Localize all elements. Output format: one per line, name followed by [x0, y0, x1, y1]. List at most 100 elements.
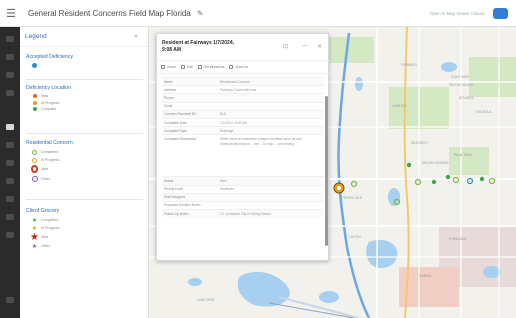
- edit-icon: [180, 65, 185, 69]
- lake: [319, 291, 339, 303]
- concern-marker-center: [337, 186, 341, 190]
- legend-item-label: New: [41, 94, 49, 99]
- edit-action[interactable]: Edit: [180, 65, 193, 69]
- field-value: BLS: [220, 112, 227, 117]
- complete-dot-marker[interactable]: [479, 176, 485, 182]
- map-label: LINTON: [349, 235, 361, 239]
- legend-item: Complete: [20, 106, 149, 113]
- map-label: PALM TRAIL: [454, 153, 473, 157]
- map-label: FAIRWAYS: [401, 63, 418, 67]
- minimize-icon[interactable]: —: [302, 43, 308, 49]
- map-label: SEACREST: [411, 141, 429, 145]
- complete-dot-marker[interactable]: [445, 174, 451, 180]
- lake: [441, 62, 457, 72]
- field-value: While minor at evaluation bridges condit…: [220, 137, 306, 146]
- popup-actions: Zoom Edit Get directions Zoom to: [157, 61, 330, 74]
- legend-item: In Progress: [20, 156, 149, 164]
- basemap-icon[interactable]: [6, 72, 14, 78]
- action-label: Zoom: [167, 65, 176, 69]
- field-name: Complaint Date: [164, 120, 187, 125]
- popup-header: Resident at Fairways 1/7/2024, 9:08 AM ⊡…: [157, 34, 330, 61]
- map-viewer-link[interactable]: Open in Map Viewer Classic: [430, 11, 485, 16]
- legend-item: ★ Other: [20, 242, 149, 250]
- table-row: Concern Received BY BLS: [162, 109, 324, 118]
- feature-popup: Resident at Fairways 1/7/2024, 9:08 AM ⊡…: [156, 33, 330, 261]
- bookmarks-icon[interactable]: [6, 142, 14, 148]
- action-label: Get directions: [203, 65, 225, 69]
- table-row: Phone: [162, 93, 324, 102]
- highway: [278, 296, 360, 318]
- legend-item-label: Other: [41, 244, 50, 248]
- legend-item-label: Completed: [41, 218, 59, 222]
- popup-scrollbar[interactable]: [325, 96, 328, 246]
- edit-title-icon[interactable]: ✎: [197, 9, 204, 18]
- legend-item-label: Completed: [41, 150, 59, 154]
- directions-icon: [197, 65, 202, 69]
- table-row: Address Fairways Condominiums: [162, 85, 324, 93]
- amber-star-symbol: ★: [31, 225, 38, 232]
- action-label: Zoom to: [235, 65, 248, 69]
- field-value: Moderate: [220, 187, 234, 192]
- collapse-icon[interactable]: [6, 297, 14, 303]
- layers-icon[interactable]: [6, 36, 14, 42]
- completed-marker[interactable]: [414, 178, 422, 186]
- field-name: Status: [164, 178, 174, 183]
- red-star-symbol: ★: [30, 231, 39, 243]
- field-name: Email: [164, 104, 173, 109]
- menu-icon[interactable]: ☰: [0, 7, 22, 20]
- close-popup-icon[interactable]: ✕: [317, 43, 322, 50]
- park-area: [469, 57, 516, 97]
- map-label: DELRAY BEACH: [449, 83, 474, 87]
- legend-item: ★ In Progress: [20, 224, 149, 232]
- action-label: Edit: [186, 65, 193, 69]
- directions-action[interactable]: Get directions: [197, 65, 225, 69]
- amber-ring-symbol: [32, 157, 37, 163]
- dock-icon[interactable]: ⊡: [283, 43, 288, 50]
- chat-bubble-icon[interactable]: [493, 7, 508, 19]
- zoom-to-action[interactable]: Zoom to: [229, 65, 248, 69]
- green-star-symbol: ★: [31, 217, 38, 224]
- zoom-icon: [161, 65, 165, 69]
- legend-item-label: Complete: [41, 107, 57, 112]
- print-icon[interactable]: [6, 160, 14, 166]
- directions-icon[interactable]: [6, 232, 14, 238]
- zoom-action[interactable]: Zoom: [161, 65, 176, 69]
- table-row: Complaint Description While minor at eval…: [162, 134, 324, 176]
- legend-section-title: Residential Concern: [26, 140, 73, 146]
- legend-section-residential: Residential Concern Completed In Progres…: [20, 140, 149, 183]
- complete-dot-marker[interactable]: [431, 179, 437, 185]
- map-label: DELRAY SHORES: [422, 161, 449, 165]
- canal: [337, 32, 371, 318]
- field-name: Staff Assigned: [164, 195, 186, 200]
- table-row: Complaint Date 1/7/2024, 9:08 AM: [162, 117, 324, 126]
- sketch-icon[interactable]: [6, 196, 14, 202]
- map-label: ATLANTIC: [459, 96, 475, 100]
- lake: [388, 188, 400, 206]
- complete-dot-marker[interactable]: [406, 162, 412, 168]
- field-name: Concern Received BY: [164, 112, 197, 117]
- divider: [26, 199, 143, 200]
- legend-section-title: Client Grocery: [26, 208, 60, 214]
- map-label: GOLF VIEW: [451, 75, 469, 79]
- completed-marker[interactable]: [350, 180, 358, 188]
- share-icon[interactable]: [6, 178, 14, 184]
- field-value: New: [220, 178, 227, 183]
- measure-icon[interactable]: [6, 214, 14, 220]
- table-row: Complaint Type Drainage: [162, 126, 324, 135]
- legend-section-title: Accepted Deficiency: [26, 54, 73, 60]
- legend-section-deficiency: Deficiency Location New In Progress Comp…: [20, 85, 149, 113]
- blue-dot-symbol: [32, 62, 37, 68]
- legend-item-label: In Progress: [41, 158, 60, 162]
- field-name: Phone: [164, 95, 174, 100]
- field-name: Priority Level: [164, 187, 184, 192]
- close-legend-icon[interactable]: ✕: [134, 34, 138, 40]
- map-label: MARINA: [419, 274, 432, 278]
- field-name: Complaint Description: [164, 137, 197, 142]
- purple-star-symbol: ★: [31, 243, 38, 250]
- lake: [366, 239, 398, 269]
- charts-icon[interactable]: [6, 90, 14, 96]
- legend-item: [20, 62, 149, 69]
- legend-item-label: New: [41, 235, 49, 239]
- tables-icon[interactable]: [6, 54, 14, 60]
- legend-icon[interactable]: [6, 124, 14, 130]
